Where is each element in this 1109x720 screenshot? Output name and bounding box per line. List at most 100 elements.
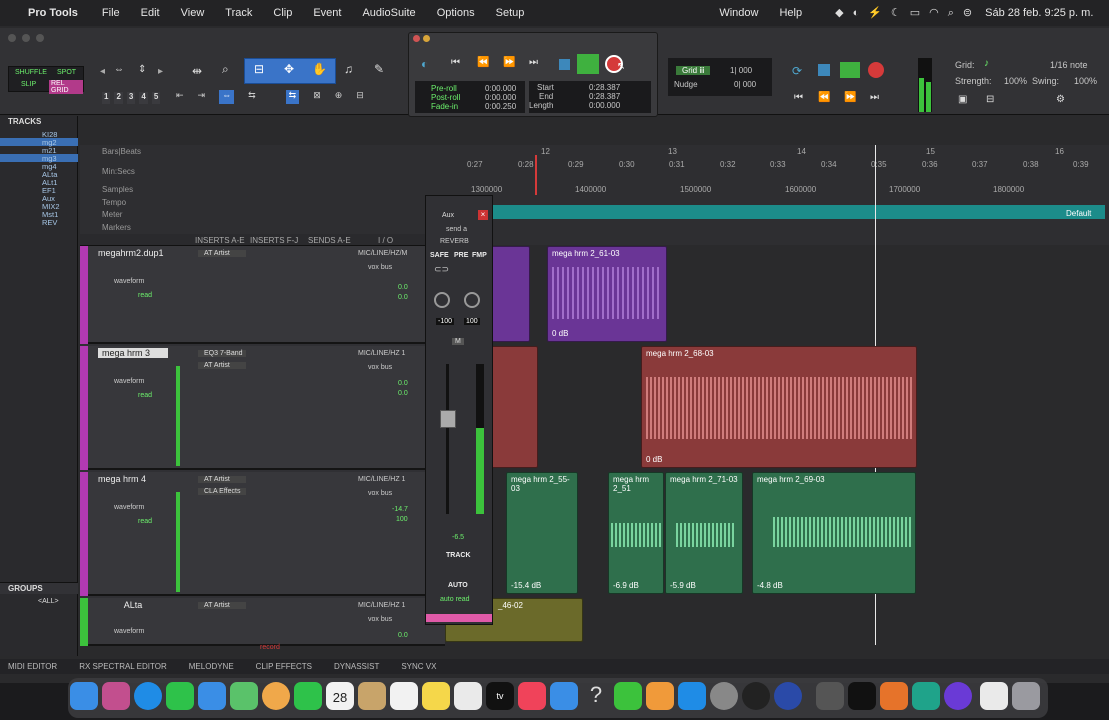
io-output[interactable]: vox bus	[368, 264, 392, 271]
tab-sync-vx[interactable]: SYNC VX	[401, 662, 436, 671]
stop-mini-icon[interactable]	[818, 64, 830, 76]
record-mini-icon[interactable]	[868, 62, 884, 78]
track-name[interactable]: megahrm2.dup1	[98, 248, 168, 258]
transport-stop-icon[interactable]	[559, 59, 570, 70]
clip-gain[interactable]: -15.4 dB	[511, 581, 541, 590]
io-output[interactable]: vox bus	[368, 364, 392, 371]
rewind-icon[interactable]: ⏪	[818, 92, 830, 103]
notes-app-icon[interactable]	[358, 682, 386, 710]
pan-right-value[interactable]: 100	[464, 318, 480, 325]
document-icon[interactable]	[980, 682, 1008, 710]
audio-clip[interactable]	[490, 246, 530, 342]
link-tracks-icon[interactable]: ⊕	[335, 90, 343, 104]
insert-slot[interactable]: CLA Effects	[198, 488, 246, 495]
photos-icon[interactable]	[262, 682, 290, 710]
track-list-item[interactable]: Mst1	[0, 210, 78, 219]
groups-all[interactable]: <ALL>	[38, 598, 59, 605]
audio-clip[interactable]: mega hrm 2_61-03 0 dB	[547, 246, 667, 342]
keynote-icon[interactable]	[550, 682, 578, 710]
insert-slot[interactable]: AT Artist	[198, 476, 246, 483]
mute-button[interactable]: M	[452, 338, 464, 345]
clip-gain[interactable]: -5.9 dB	[670, 581, 696, 590]
grid-button[interactable]: Grid ⅲ	[676, 66, 711, 75]
grid-counter[interactable]: 1| 000	[730, 66, 752, 75]
mode-spot[interactable]: SPOT	[57, 69, 76, 76]
clip-gain[interactable]: -6.9 dB	[613, 581, 639, 590]
scrubber-tool-icon[interactable]: ♫	[344, 62, 353, 76]
menu-edit[interactable]: Edit	[141, 7, 160, 19]
transport-play-icon[interactable]	[577, 54, 599, 74]
clip-gain[interactable]: 0 dB	[646, 455, 662, 464]
menu-setup[interactable]: Setup	[496, 7, 525, 19]
zoom-in-icon[interactable]: ▸	[158, 66, 163, 77]
pan-knob-right-icon[interactable]	[464, 292, 480, 308]
swing-value[interactable]: 100%	[1074, 76, 1097, 86]
quantize-icon[interactable]: ▣	[958, 94, 967, 105]
app-store-icon[interactable]	[678, 682, 706, 710]
zoom-preset-2[interactable]: 2	[114, 92, 123, 104]
audio-clip[interactable]	[490, 346, 538, 468]
send-selector[interactable]: send a	[446, 226, 467, 233]
window-close-icon[interactable]	[8, 34, 16, 42]
insert-slot[interactable]: AT Artist	[198, 362, 246, 369]
quantize-settings-icon[interactable]: ⊟	[986, 94, 994, 105]
music-icon[interactable]	[518, 682, 546, 710]
col-sends-ae[interactable]: SENDS A-E	[308, 236, 351, 246]
pro-tools-icon[interactable]	[944, 682, 972, 710]
mirror-icon[interactable]: ⇆	[248, 90, 256, 104]
length-value[interactable]: 0:00.000	[589, 101, 620, 110]
help-icon[interactable]: ?	[582, 682, 610, 710]
insert-slot[interactable]: AT Artist	[198, 602, 246, 609]
view-selector[interactable]: waveform	[114, 628, 144, 635]
vol-value[interactable]: 0.0	[398, 380, 408, 387]
grabber-tool-icon[interactable]: ✥	[284, 62, 294, 76]
pan-left-value[interactable]: -100	[436, 318, 455, 325]
track-name[interactable]: mega hrm 4	[98, 474, 168, 484]
rtz-icon[interactable]: ⏮	[794, 92, 803, 103]
track-list-item[interactable]: Aux	[0, 194, 78, 203]
finder-icon[interactable]	[70, 682, 98, 710]
track-list-item[interactable]: mg3	[0, 154, 78, 163]
track-list-item[interactable]: MIX2	[0, 202, 78, 211]
numbers-icon[interactable]	[614, 682, 642, 710]
col-inserts-ae[interactable]: INSERTS A-E	[195, 236, 245, 246]
mode-slip[interactable]: SLIP	[21, 81, 36, 88]
auto-mode[interactable]: auto read	[440, 596, 470, 603]
pan-value[interactable]: 0.0	[398, 390, 408, 397]
track-list-item[interactable]: EF1	[0, 186, 78, 195]
menu-window[interactable]: Window	[719, 7, 758, 19]
track-list-item[interactable]: mg2	[0, 138, 78, 147]
insertion-follows-icon[interactable]: ⊠	[313, 90, 321, 104]
trim-tool-icon[interactable]: ⇹	[192, 64, 202, 78]
zoom-preset-5[interactable]: 5	[151, 92, 161, 104]
vol-value[interactable]: 0.0	[398, 632, 408, 639]
ruler-bars-label[interactable]: Bars|Beats	[102, 147, 141, 156]
track-name[interactable]: mega hrm 3	[98, 348, 168, 358]
zoom-preset-3[interactable]: 3	[126, 92, 136, 104]
menu-track[interactable]: Track	[225, 7, 252, 19]
ruler-markers-label[interactable]: Markers	[102, 223, 131, 232]
track-header[interactable]: megahrm2.dup1 AT Artist MIC/LINE/HZ/M vo…	[80, 246, 445, 344]
mode-grid[interactable]: REL GRID	[49, 80, 83, 94]
fmp-button[interactable]: FMP	[472, 252, 487, 259]
strip-close-icon[interactable]: ×	[478, 210, 488, 220]
freeform-icon[interactable]	[454, 682, 482, 710]
track-list-item[interactable]: ALt1	[0, 178, 78, 187]
track-name[interactable]: ALta	[98, 600, 168, 610]
link-timeline-icon[interactable]: ⊟	[356, 90, 364, 104]
track-list-item[interactable]: REV	[0, 218, 78, 227]
transport-end-icon[interactable]: ⏭	[529, 57, 538, 68]
reminders-icon[interactable]	[390, 682, 418, 710]
pan-knob-left-icon[interactable]	[434, 292, 450, 308]
app-green-icon[interactable]	[912, 682, 940, 710]
fadein-value[interactable]: 0:00.250	[485, 102, 516, 111]
calendar-icon[interactable]: 28	[326, 682, 354, 710]
window-min-icon[interactable]	[22, 34, 30, 42]
hand-tool-icon[interactable]: ✋	[312, 62, 327, 76]
audio-clip[interactable]: mega hrm 2_71-03 -5.9 dB	[665, 472, 743, 594]
tab-melodyne[interactable]: MELODYNE	[189, 662, 234, 671]
automation-mode[interactable]: read	[138, 292, 152, 299]
audio-clip[interactable]: mega hrm 2_69-03 -4.8 dB	[752, 472, 916, 594]
plugin-icon[interactable]	[742, 682, 770, 710]
zoomer-tool-icon[interactable]: ⌕	[222, 62, 229, 77]
